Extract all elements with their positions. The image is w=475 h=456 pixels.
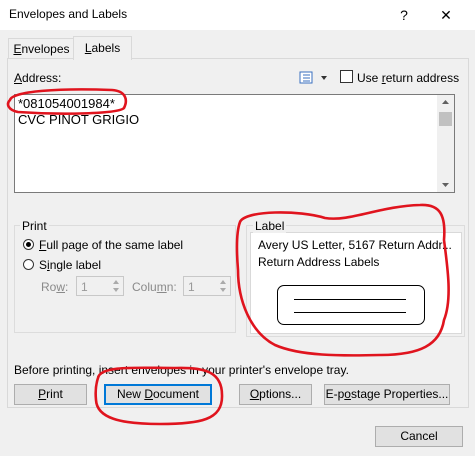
tab-labels-accel: L bbox=[84, 41, 92, 55]
epostage-accel: o bbox=[344, 387, 351, 401]
options-label: ptions... bbox=[259, 387, 302, 401]
column-label-accel: m bbox=[156, 280, 167, 294]
help-button[interactable]: ? bbox=[386, 0, 422, 30]
address-scrollbar[interactable] bbox=[437, 95, 454, 192]
row-label-pre: Ro bbox=[41, 280, 57, 294]
new-doc-pre: New bbox=[116, 387, 145, 401]
cancel-button[interactable]: Cancel bbox=[375, 426, 463, 447]
close-icon: ✕ bbox=[440, 6, 452, 23]
single-label-pre: S bbox=[39, 258, 48, 272]
use-return-prefix: Use bbox=[357, 71, 382, 85]
column-label-rest: n: bbox=[166, 280, 177, 294]
new-doc-rest: ocument bbox=[152, 387, 200, 401]
info-text: Before printing, insert envelopes in you… bbox=[14, 363, 349, 377]
column-value: 1 bbox=[188, 280, 195, 294]
full-page-radio[interactable] bbox=[23, 239, 34, 250]
row-value: 1 bbox=[81, 280, 88, 294]
spinner-arrows-icon bbox=[113, 280, 119, 292]
address-line-1: *081054001984* bbox=[18, 96, 115, 111]
options-button[interactable]: Options... bbox=[239, 384, 312, 405]
print-button-accel: P bbox=[38, 387, 47, 401]
title-bar: Envelopes and Labels ? ✕ bbox=[0, 0, 475, 30]
tab-envelopes-label: nvelopes bbox=[21, 42, 70, 56]
label-info-panel[interactable]: Avery US Letter, 5167 Return Addr... Ret… bbox=[250, 232, 462, 334]
column-spinner[interactable]: 1 bbox=[183, 276, 231, 296]
label-group-title: Label bbox=[253, 219, 287, 233]
epostage-properties-button[interactable]: E-postage Properties... bbox=[324, 384, 450, 405]
row-label: Row: bbox=[41, 280, 68, 294]
single-label-label: Single label bbox=[39, 258, 101, 272]
preview-line bbox=[294, 299, 406, 300]
row-label-rest: : bbox=[65, 280, 69, 294]
single-label-radio[interactable] bbox=[23, 259, 34, 270]
use-return-address-label: Use return address bbox=[357, 71, 459, 85]
address-label-accel: A bbox=[14, 71, 23, 85]
epostage-pre: E-p bbox=[325, 387, 345, 401]
address-book-button[interactable] bbox=[299, 70, 331, 86]
address-label: Address: bbox=[14, 71, 61, 85]
label-description: Return Address Labels bbox=[258, 255, 380, 269]
tab-envelopes[interactable]: Envelopes bbox=[8, 38, 75, 59]
print-button[interactable]: Print bbox=[14, 384, 87, 405]
tab-labels-label: abels bbox=[91, 41, 121, 55]
address-textbox[interactable]: *081054001984* CVC PINOT GRIGIO bbox=[14, 94, 455, 193]
row-spinner[interactable]: 1 bbox=[76, 276, 124, 296]
epostage-rest: stage Properties... bbox=[350, 387, 449, 401]
address-label-text: ddress: bbox=[22, 71, 62, 85]
window-title: Envelopes and Labels bbox=[9, 7, 128, 21]
options-accel: O bbox=[249, 387, 260, 401]
scrollbar-arrows-icon bbox=[439, 100, 452, 187]
column-label-pre: Colu bbox=[132, 280, 157, 294]
new-document-button[interactable]: New Document bbox=[104, 384, 212, 405]
full-page-label: Full page of the same label bbox=[39, 238, 183, 252]
print-group-title: Print bbox=[20, 219, 49, 233]
preview-line bbox=[294, 312, 406, 313]
label-product: Avery US Letter, 5167 Return Addr... bbox=[258, 238, 452, 252]
single-label-text: ngle label bbox=[49, 258, 102, 272]
full-page-text: ull page of the same label bbox=[46, 238, 184, 252]
print-button-label: rint bbox=[46, 387, 63, 401]
new-doc-accel: D bbox=[144, 387, 153, 401]
close-button[interactable]: ✕ bbox=[428, 0, 464, 30]
label-preview bbox=[277, 285, 425, 325]
tab-labels[interactable]: Labels bbox=[73, 36, 132, 60]
row-label-accel: w bbox=[56, 280, 66, 294]
address-book-icon bbox=[299, 71, 327, 84]
spinner-arrows-icon bbox=[220, 280, 226, 292]
column-label: Column: bbox=[132, 280, 177, 294]
address-line-2: CVC PINOT GRIGIO bbox=[18, 112, 140, 127]
use-return-address-checkbox[interactable] bbox=[340, 70, 353, 83]
use-return-suffix: eturn address bbox=[385, 71, 460, 85]
